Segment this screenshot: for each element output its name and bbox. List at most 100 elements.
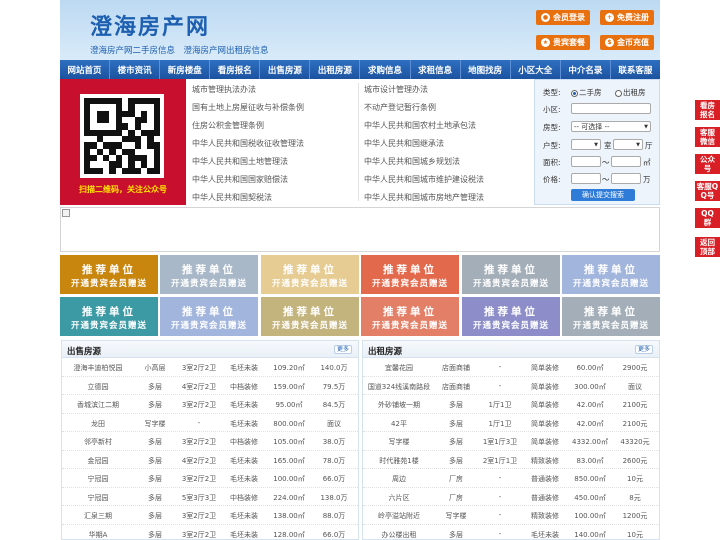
table-row[interactable]: 龙田 写字楼 - 毛坯未装 800.00㎡ 面议 [62, 414, 358, 432]
recommend-tile[interactable]: 推荐单位 开通贵宾会员赠送 [60, 255, 158, 294]
law-link[interactable]: 中华人民共和国国家赔偿法 [192, 174, 288, 185]
table-row[interactable]: 周边 厂房 - 普通装修 850.00㎡ 10元 [363, 469, 659, 488]
community-input[interactable] [571, 103, 651, 114]
site-logo[interactable]: 澄海房产网 [90, 9, 210, 41]
area-min-input[interactable] [571, 156, 601, 167]
table-row[interactable]: 宁冠园 多层 3室2厅2卫 毛坯未装 100.00㎡ 66.0万 [62, 469, 358, 488]
table-row[interactable]: 岭亭溢站附近 写字楼 - 精致装修 100.00㎡ 1200元 [363, 506, 659, 525]
nav-contact[interactable]: 联系客服 [611, 60, 660, 79]
recommend-tile[interactable]: 推荐单位 开通贵宾会员赠送 [361, 297, 459, 336]
rent-more-button[interactable]: 更多 [634, 345, 653, 354]
type-radio-secondhand[interactable]: 二手房 [571, 87, 602, 98]
law-link[interactable]: 城市管理执法办法 [192, 84, 256, 95]
recommend-tile[interactable]: 推荐单位 开通贵宾会员赠送 [361, 255, 459, 294]
search-submit-button[interactable]: 确认提交搜索 [571, 189, 635, 201]
table-row[interactable]: 澄海丰迪柏悦园 小高层 3室2厅2卫 毛坯未装 109.20㎡ 140.0万 [62, 358, 358, 377]
listing-name[interactable]: 邻亭新村 [64, 437, 132, 447]
register-button[interactable]: + 免费注册 [600, 10, 654, 25]
table-row[interactable]: 办公楼出租 多层 - 毛坯未装 140.00㎡ 10元 [363, 525, 659, 540]
listing-name[interactable]: 龙田 [64, 419, 132, 429]
table-row[interactable]: 金冠园 多层 4室2厅2卫 毛坯未装 165.00㎡ 78.0万 [62, 451, 358, 469]
house-type-select[interactable]: -- 可选择 -- ▼ [571, 121, 651, 132]
price-min-input[interactable] [571, 173, 601, 184]
listing-name[interactable]: 香城滨江二期 [64, 400, 132, 410]
listing-name[interactable]: 立德园 [64, 382, 132, 392]
law-link[interactable]: 中华人民共和国契税法 [192, 192, 272, 203]
listing-name[interactable]: 金冠园 [64, 456, 132, 466]
table-row[interactable]: 宁冠园 多层 5室3厅3卫 中档装修 224.00㎡ 138.0万 [62, 488, 358, 506]
recommend-tile[interactable]: 推荐单位 开通贵宾会员赠送 [462, 297, 560, 336]
sale-more-button[interactable]: 更多 [333, 345, 352, 354]
table-row[interactable]: 立德园 多层 4室2厅2卫 中档装修 159.00㎡ 79.5万 [62, 377, 358, 395]
listing-name[interactable]: 国道324线溪南路段 [365, 382, 433, 392]
listing-name[interactable]: 华期A [64, 530, 132, 540]
listing-name[interactable]: 宁冠园 [64, 474, 132, 484]
room-select[interactable]: ▼ [571, 139, 601, 150]
listing-name[interactable]: 办公楼出租 [365, 530, 433, 540]
nav-news[interactable]: 楼市资讯 [110, 60, 161, 79]
nav-communities[interactable]: 小区大全 [511, 60, 561, 79]
listing-name[interactable]: 宁冠园 [64, 493, 132, 503]
table-row[interactable]: 宜馨花园 店面商铺 - 简单装修 60.00㎡ 2900元 [363, 358, 659, 377]
listing-name[interactable]: 宜馨花园 [365, 363, 433, 373]
float-official-account[interactable]: 公众号 [695, 154, 720, 174]
nav-wanted-rent[interactable]: 求租信息 [411, 60, 461, 79]
law-link[interactable]: 国有土地上房屋征收与补偿条例 [192, 102, 304, 113]
table-row[interactable]: 42平 多层 1厅1卫 简单装修 42.00㎡ 2100元 [363, 414, 659, 432]
recommend-tile[interactable]: 推荐单位 开通贵宾会员赠送 [60, 297, 158, 336]
law-link[interactable]: 中华人民共和国继承法 [364, 138, 444, 149]
listing-name[interactable]: 42平 [365, 419, 433, 429]
law-link[interactable]: 中华人民共和国城市维护建设税法 [364, 174, 484, 185]
table-row[interactable]: 外砂铺坡一期 多层 1厅1卫 简单装修 42.00㎡ 2100元 [363, 395, 659, 414]
listing-name[interactable]: 汇泉三期 [64, 511, 132, 521]
law-link[interactable]: 中华人民共和国城乡规划法 [364, 156, 460, 167]
table-row[interactable]: 邻亭新村 多层 3室2厅2卫 中档装修 105.00㎡ 38.0万 [62, 432, 358, 451]
nav-home[interactable]: 网站首页 [60, 60, 111, 79]
law-link[interactable]: 中华人民共和国土地管理法 [192, 156, 288, 167]
listing-name[interactable]: 岭亭溢站附近 [365, 511, 433, 521]
recommend-tile[interactable]: 推荐单位 开通贵宾会员赠送 [160, 297, 258, 336]
type-radio-rent[interactable]: 出租房 [615, 87, 646, 98]
nav-for-sale[interactable]: 出售房源 [260, 60, 311, 79]
listing-name[interactable]: 写字楼 [365, 437, 433, 447]
float-qq-service[interactable]: 客服Q Q号 [695, 181, 720, 201]
hall-select[interactable]: ▼ [613, 139, 643, 150]
law-link[interactable]: 中华人民共和国城市房地产管理法 [364, 192, 484, 203]
recommend-tile[interactable]: 推荐单位 开通贵宾会员赠送 [261, 255, 359, 294]
float-wechat-service[interactable]: 客服 微信 [695, 127, 720, 147]
float-qq-group[interactable]: QQ 群 [695, 208, 720, 228]
ad-banner[interactable] [60, 207, 660, 252]
nav-viewing-signup[interactable]: 看房报名 [210, 60, 261, 79]
float-viewing-signup[interactable]: 看房 报名 [695, 100, 720, 120]
float-back-to-top[interactable]: 返回 顶部 [695, 237, 720, 257]
law-link[interactable]: 不动产登记暂行条例 [364, 102, 436, 113]
table-row[interactable]: 华期A 多层 3室2厅2卫 毛坯未装 128.00㎡ 66.0万 [62, 525, 358, 540]
nav-for-rent[interactable]: 出租房源 [310, 60, 361, 79]
table-row[interactable]: 汇泉三期 多层 3室2厅2卫 毛坯未装 138.00㎡ 88.0万 [62, 506, 358, 525]
listing-name[interactable]: 澄海丰迪柏悦园 [64, 363, 132, 373]
law-link[interactable]: 城市设计管理办法 [364, 84, 428, 95]
vip-package-button[interactable]: ★ 贵宾套餐 [536, 35, 590, 50]
recommend-tile[interactable]: 推荐单位 开通贵宾会员赠送 [562, 255, 660, 294]
law-link[interactable]: 中华人民共和国税收征收管理法 [192, 138, 304, 149]
listing-name[interactable]: 外砂铺坡一期 [365, 400, 433, 410]
login-button[interactable]: ● 会员登录 [536, 10, 590, 25]
table-row[interactable]: 写字楼 多层 1室1厅3卫 简单装修 4332.00㎡ 43320元 [363, 432, 659, 451]
recommend-tile[interactable]: 推荐单位 开通贵宾会员赠送 [462, 255, 560, 294]
coin-recharge-button[interactable]: $ 金币充值 [600, 35, 654, 50]
price-max-input[interactable] [611, 173, 641, 184]
listing-name[interactable]: 六片区 [365, 493, 433, 503]
law-link[interactable]: 中华人民共和国农村土地承包法 [364, 120, 476, 131]
table-row[interactable]: 时代雅苑1楼 多层 2室1厅1卫 精致装修 83.00㎡ 2600元 [363, 451, 659, 469]
nav-agencies[interactable]: 中介名录 [561, 60, 611, 79]
law-link[interactable]: 住房公积金管理条例 [192, 120, 264, 131]
recommend-tile[interactable]: 推荐单位 开通贵宾会员赠送 [160, 255, 258, 294]
listing-name[interactable]: 周边 [365, 474, 433, 484]
table-row[interactable]: 国道324线溪南路段 店面商铺 - 简单装修 300.00㎡ 面议 [363, 377, 659, 395]
nav-wanted-buy[interactable]: 求购信息 [360, 60, 411, 79]
area-max-input[interactable] [611, 156, 641, 167]
table-row[interactable]: 六片区 厂房 - 普通装修 450.00㎡ 8元 [363, 488, 659, 506]
nav-new-homes[interactable]: 新房楼盘 [160, 60, 211, 79]
recommend-tile[interactable]: 推荐单位 开通贵宾会员赠送 [261, 297, 359, 336]
listing-name[interactable]: 时代雅苑1楼 [365, 456, 433, 466]
